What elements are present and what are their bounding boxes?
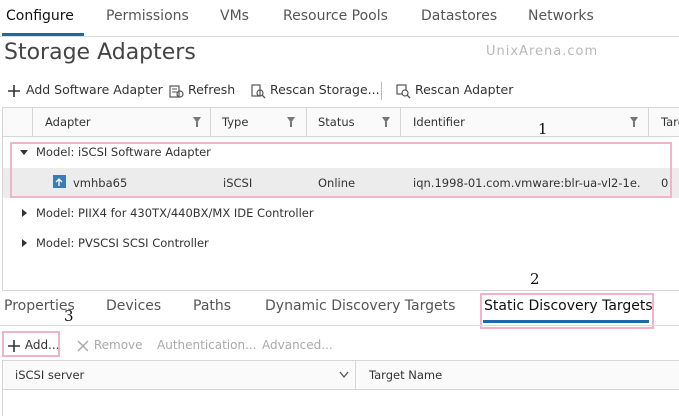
column-divider [306,108,307,136]
tab-divider [0,325,679,326]
table-header: Adapter Type Status Identifier Targ [3,108,679,137]
column-divider [648,108,649,136]
tab-paths[interactable]: Paths [193,298,231,314]
annotation-2: 2 [530,270,540,288]
chevron-down-icon[interactable] [339,371,349,379]
tab-networks[interactable]: Networks [528,8,594,24]
plus-icon [8,84,20,97]
highlight-box-2 [480,293,654,329]
column-header-status[interactable]: Status [318,115,355,129]
column-header-type[interactable]: Type [222,115,248,129]
tab-resource-pools[interactable]: Resource Pools [283,8,388,24]
refresh-button[interactable]: Refresh [168,82,235,99]
column-divider [210,108,211,136]
watermark: UnixArena.com [486,44,599,59]
refresh-label: Refresh [187,82,236,97]
tab-datastores[interactable]: Datastores [421,8,497,24]
tab-dynamic-discovery-targets[interactable]: Dynamic Discovery Targets [265,298,455,314]
rescan-adapter-icon [396,83,411,98]
rescan-storage-icon [251,83,266,98]
advanced-button[interactable]: Advanced... [262,338,333,352]
refresh-icon [169,84,184,98]
remove-label: Remove [93,338,143,352]
group-row-piix4[interactable]: Model: PIIX4 for 430TX/440BX/MX IDE Cont… [3,200,679,228]
rescan-storage-button[interactable]: Rescan Storage... [250,82,380,99]
tab-properties[interactable]: Properties [4,298,75,314]
active-tab-indicator [483,320,649,323]
filter-icon[interactable] [193,117,201,127]
column-divider [355,361,356,389]
table-header: iSCSI server Target Name [3,361,679,390]
tab-vms[interactable]: VMs [220,8,249,24]
filter-icon[interactable] [382,117,390,127]
highlight-box-1 [10,142,672,198]
tab-permissions[interactable]: Permissions [106,8,189,24]
column-divider [400,108,401,136]
column-header-targets[interactable]: Targ [661,115,679,129]
rescan-adapter-label: Rescan Adapter [414,82,514,97]
rescan-storage-label: Rescan Storage... [269,82,380,97]
expand-icon[interactable] [22,239,27,247]
group-row-pvscsi[interactable]: Model: PVSCSI SCSI Controller [3,230,679,258]
add-software-adapter-button[interactable]: Add Software Adapter [6,82,163,99]
highlight-box-3 [2,331,60,357]
annotation-1: 1 [538,120,548,138]
column-divider [32,108,33,136]
column-header-iscsi-server[interactable]: iSCSI server [15,368,84,382]
close-icon [77,339,89,352]
column-header-target-name[interactable]: Target Name [369,368,442,382]
toolbar-separator [381,82,382,100]
rescan-adapter-button[interactable]: Rescan Adapter [395,82,513,99]
group-label: Model: PIIX4 for 430TX/440BX/MX IDE Cont… [36,206,314,220]
column-header-identifier[interactable]: Identifier [413,115,465,129]
authentication-button[interactable]: Authentication... [157,338,257,352]
group-label: Model: PVSCSI SCSI Controller [36,236,209,250]
static-targets-table: iSCSI server Target Name [2,360,679,416]
tab-devices[interactable]: Devices [106,298,161,314]
tab-divider [0,36,679,37]
filter-icon[interactable] [630,117,638,127]
column-header-adapter[interactable]: Adapter [45,115,91,129]
storage-adapters-table: Adapter Type Status Identifier Targ Mode… [2,107,679,291]
filter-icon[interactable] [287,117,295,127]
page-title: Storage Adapters [4,40,196,65]
add-software-adapter-label: Add Software Adapter [25,82,163,97]
expand-icon[interactable] [22,209,27,217]
tab-configure[interactable]: Configure [6,8,74,24]
remove-button[interactable]: Remove [76,338,143,353]
